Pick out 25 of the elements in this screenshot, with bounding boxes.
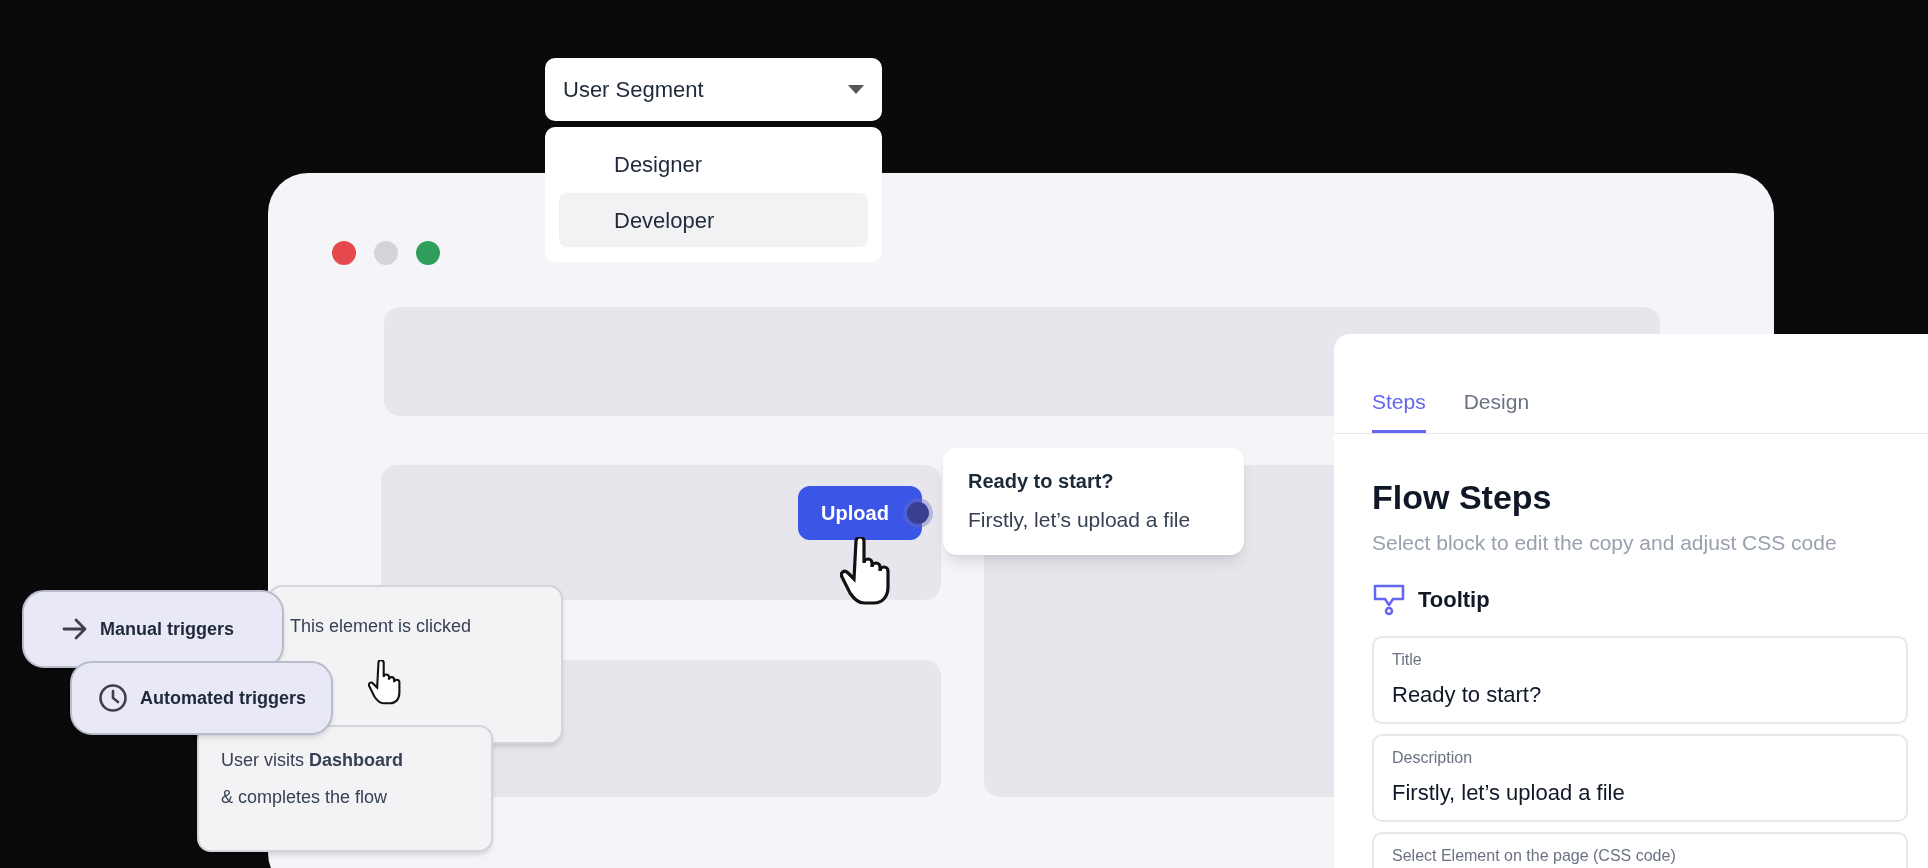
card-text: This element is clicked <box>290 615 473 638</box>
hand-cursor-icon <box>840 537 892 607</box>
block-label: Tooltip <box>1418 585 1490 614</box>
panel-heading: Flow Steps <box>1372 476 1553 518</box>
clock-icon <box>98 683 128 713</box>
hand-cursor-icon <box>368 660 402 706</box>
panel-tab[interactable]: Design <box>1463 386 1530 433</box>
tooltip-icon <box>1372 582 1406 616</box>
tooltip-title: Ready to start? <box>968 469 1115 494</box>
segment-dropdown[interactable]: User Segment <box>545 58 882 121</box>
panel-tab[interactable]: Steps <box>1372 386 1426 433</box>
card-text: User visits Dashboard <box>221 749 405 772</box>
dropdown-option[interactable]: Designer <box>559 141 868 187</box>
panel-subtitle: Select block to edit the copy and adjust CSS code <box>1372 529 1838 556</box>
input-field[interactable]: Title Ready to start? <box>1372 636 1908 724</box>
input-field[interactable]: Description Firstly, let’s upload a file <box>1372 734 1908 822</box>
caret-icon <box>848 85 864 94</box>
card-text: & completes the flow <box>221 786 389 809</box>
trigger-button[interactable]: Automated triggers <box>70 661 333 735</box>
trigger-button[interactable]: Manual triggers <box>22 590 284 668</box>
tooltip-description: Firstly, let’s upload a file <box>968 507 1192 533</box>
dropdown-option[interactable]: Developer <box>559 193 868 247</box>
upload-button[interactable]: Upload <box>798 486 922 540</box>
input-field[interactable]: Select Element on the page (CSS code) <box>1372 832 1908 868</box>
arrow-icon <box>62 618 88 640</box>
